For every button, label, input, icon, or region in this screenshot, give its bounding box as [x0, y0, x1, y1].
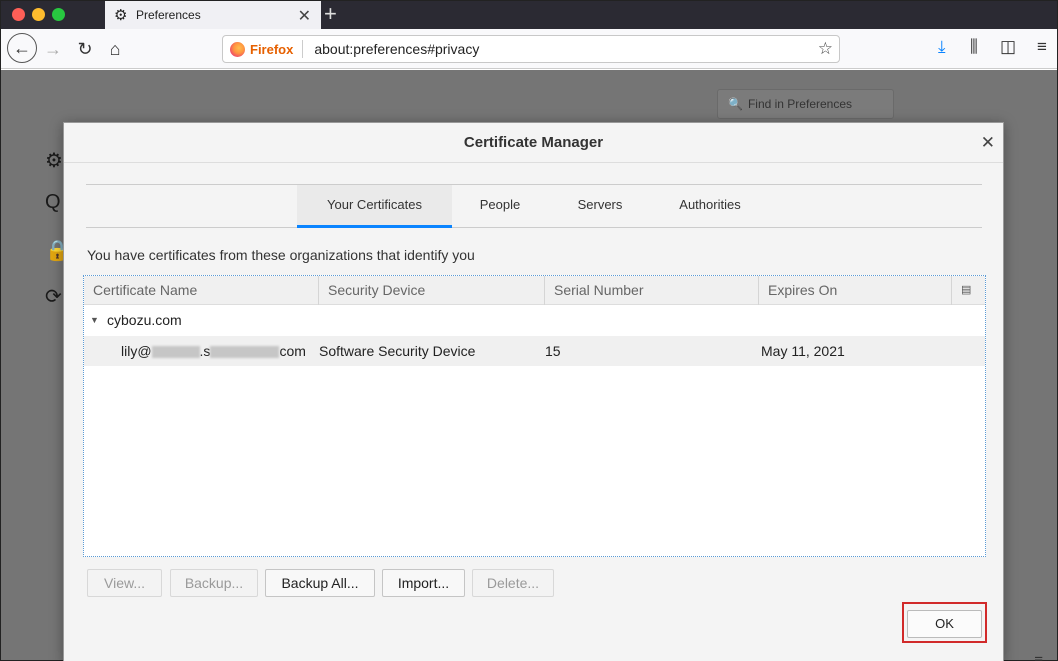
find-in-preferences-input[interactable]: 🔍 Find in Preferences — [717, 89, 894, 119]
column-security-device[interactable]: Security Device — [319, 276, 545, 305]
column-picker-icon[interactable]: ▤ — [961, 283, 971, 296]
gear-icon: ⚙ — [114, 7, 128, 24]
search-settings-icon[interactable]: Q — [45, 191, 61, 214]
identity-label: Firefox — [250, 41, 294, 57]
library-icon[interactable]: ⫼ — [970, 37, 978, 57]
url-text[interactable]: about:preferences#privacy — [314, 41, 479, 57]
navigation-toolbar: ← → ↻ ⌂ Firefox about:preferences#privac… — [1, 29, 1057, 69]
tree-header: Certificate Name Security Device Serial … — [84, 276, 985, 305]
back-button[interactable]: ← — [7, 33, 37, 63]
backup-button[interactable]: Backup... — [170, 569, 258, 597]
firefox-logo-icon — [230, 41, 245, 57]
security-device-cell: Software Security Device — [319, 343, 476, 359]
backup-all-button[interactable]: Backup All... — [265, 569, 375, 597]
general-settings-gear-icon[interactable]: ⚙ — [45, 148, 63, 173]
url-separator — [302, 40, 304, 58]
tab-title: Preferences — [136, 8, 201, 22]
ok-button[interactable]: OK — [907, 610, 982, 638]
tab-servers[interactable]: Servers — [570, 185, 630, 228]
certificate-row[interactable]: lily@ .s com Software Security Device 15 M… — [84, 336, 985, 366]
certificate-tree[interactable]: Certificate Name Security Device Serial … — [83, 275, 986, 557]
certificate-name-mid: .s — [199, 343, 211, 359]
tab-your-certificates[interactable]: Your Certificates — [297, 185, 452, 228]
certificates-description: You have certificates from these organiz… — [87, 247, 475, 263]
expires-on-cell: May 11, 2021 — [761, 343, 845, 359]
forward-button[interactable]: → — [39, 35, 67, 63]
close-tab-icon[interactable]: ✕ — [298, 6, 311, 26]
import-button[interactable]: Import... — [382, 569, 465, 597]
minimize-window-button[interactable] — [32, 8, 45, 21]
redacted-text — [151, 346, 200, 359]
find-placeholder: Find in Preferences — [747, 97, 853, 111]
dialog-title: Certificate Manager — [64, 123, 1003, 163]
view-button[interactable]: View... — [87, 569, 162, 597]
tab-strip: ⚙ Preferences ✕ + — [1, 1, 1057, 29]
redacted-text — [210, 346, 280, 359]
close-window-button[interactable] — [12, 8, 25, 21]
reload-button[interactable]: ↻ — [71, 35, 99, 63]
url-bar[interactable]: Firefox about:preferences#privacy ☆ — [222, 35, 840, 63]
expand-twisty-icon[interactable]: ▼ — [90, 305, 99, 335]
close-dialog-icon[interactable]: ✕ — [981, 133, 995, 153]
tree-group-row[interactable]: ▼ cybozu.com — [84, 305, 985, 335]
sync-icon[interactable]: ⟳ — [45, 284, 62, 309]
certificate-manager-dialog: Certificate Manager ✕ Your Certificates … — [63, 122, 1004, 661]
bookmark-star-icon[interactable]: ☆ — [818, 39, 833, 59]
tab-authorities[interactable]: Authorities — [668, 185, 752, 228]
certificate-name: lily@ .s com — [121, 336, 306, 366]
column-certificate-name[interactable]: Certificate Name — [84, 276, 319, 305]
menu-icon[interactable]: ≡ — [1037, 37, 1047, 57]
tab-people[interactable]: People — [469, 185, 531, 228]
column-serial-number[interactable]: Serial Number — [545, 276, 759, 305]
sidebar-icon[interactable]: ◫ — [1000, 37, 1016, 57]
search-icon: 🔍 — [728, 97, 743, 111]
group-name: cybozu.com — [107, 312, 182, 328]
certificate-name-suffix: com — [279, 343, 306, 359]
column-expires-on[interactable]: Expires On — [759, 276, 952, 305]
home-button[interactable]: ⌂ — [101, 35, 129, 63]
delete-button[interactable]: Delete... — [472, 569, 554, 597]
downloads-icon[interactable]: ⤓ — [938, 37, 946, 57]
menu-lines-icon: ≡ — [1034, 652, 1043, 661]
zoom-window-button[interactable] — [52, 8, 65, 21]
tab-preferences[interactable]: ⚙ Preferences ✕ — [105, 1, 321, 29]
certificate-name-prefix: lily@ — [121, 343, 152, 359]
new-tab-button[interactable]: + — [324, 2, 337, 26]
serial-number-cell: 15 — [545, 343, 561, 359]
certificate-tabs: Your Certificates People Servers Authori… — [86, 184, 982, 228]
